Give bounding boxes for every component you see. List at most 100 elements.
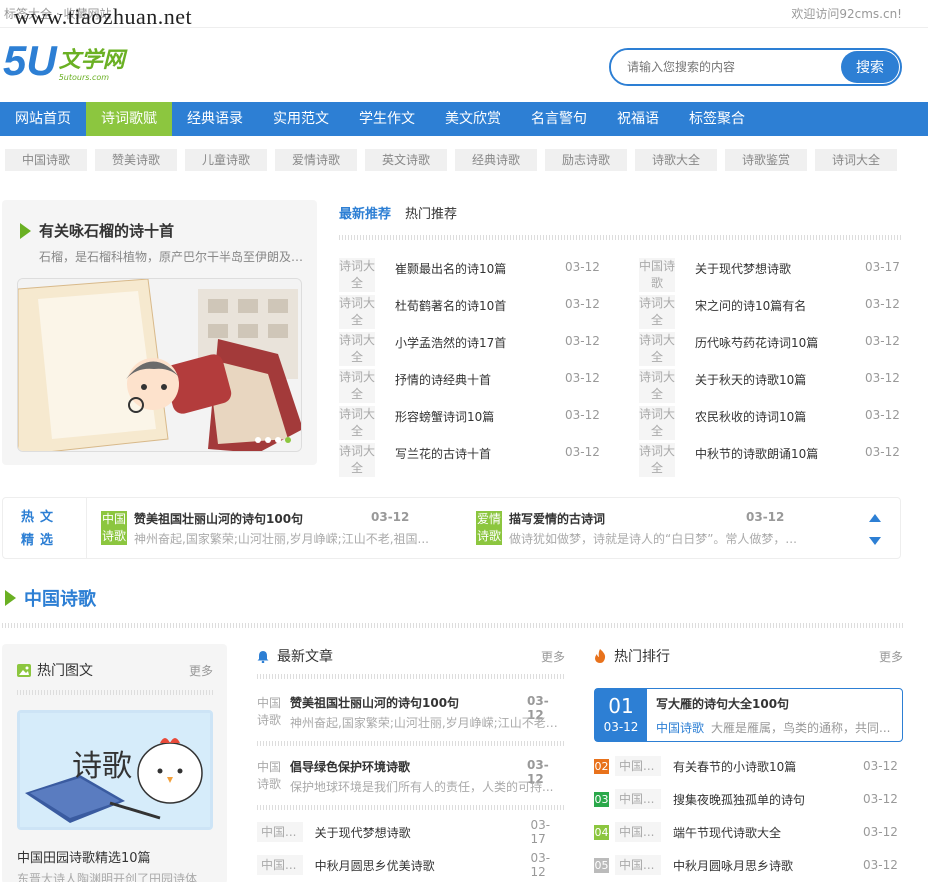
news-title[interactable]: 杜荀鹤著名的诗10首: [395, 297, 565, 314]
section-title[interactable]: 中国诗歌: [5, 585, 96, 611]
category-tag[interactable]: 诗词大全: [339, 332, 375, 366]
category-tag[interactable]: 诗词大全: [339, 406, 375, 440]
news-title[interactable]: 中秋节的诗歌朗诵10篇: [695, 445, 865, 462]
picture-thumbnail[interactable]: 诗歌: [17, 710, 213, 830]
rank-item[interactable]: 03 中国... 搜集夜晚孤独孤单的诗句 03-12: [594, 789, 903, 809]
search-input[interactable]: [611, 50, 840, 84]
article-title[interactable]: 倡导绿色保护环境诗歌: [290, 758, 410, 775]
news-title[interactable]: 关于现代梦想诗歌: [695, 260, 865, 277]
category-tag[interactable]: 中国诗歌: [101, 511, 127, 545]
nav-item-quotes[interactable]: 经典语录: [172, 102, 258, 136]
search-button[interactable]: 搜索: [841, 51, 899, 83]
more-link[interactable]: 更多: [879, 648, 903, 665]
article-item[interactable]: 中国诗歌 赞美祖国壮丽山河的诗句100句 03-12 神州奋起,国家繁荣;山河壮…: [257, 694, 565, 745]
news-title[interactable]: 写兰花的古诗十首: [395, 445, 565, 462]
nav-item-sayings[interactable]: 名言警句: [516, 102, 602, 136]
category-tag[interactable]: 中国...: [257, 855, 303, 875]
news-title[interactable]: 崔颢最出名的诗10篇: [395, 260, 565, 277]
subnav-item[interactable]: 诗歌鉴赏: [725, 149, 807, 171]
category-tag[interactable]: 诗词大全: [339, 443, 375, 477]
subnav-item[interactable]: 儿童诗歌: [185, 149, 267, 171]
news-title[interactable]: 宋之问的诗10篇有名: [695, 297, 865, 314]
article-item[interactable]: 中国... 关于现代梦想诗歌 03-17: [257, 818, 565, 846]
category-tag[interactable]: 诗词大全: [639, 369, 675, 403]
nav-item-prose[interactable]: 美文欣赏: [430, 102, 516, 136]
nav-item-tags[interactable]: 标签聚合: [674, 102, 760, 136]
featured-image[interactable]: [17, 278, 302, 452]
tab-hot[interactable]: 热门推荐: [405, 203, 457, 222]
category-tag[interactable]: 中国...: [615, 789, 661, 809]
category-tag[interactable]: 诗词大全: [639, 443, 675, 477]
subnav-item[interactable]: 诗歌大全: [635, 149, 717, 171]
hot-title[interactable]: 描写爱情的古诗词: [509, 510, 605, 527]
article-title[interactable]: 中秋月圆思乡优美诗歌: [315, 857, 531, 874]
tab-latest[interactable]: 最新推荐: [339, 203, 391, 222]
category-tag[interactable]: 中国...: [615, 756, 661, 776]
featured-title[interactable]: 有关咏石榴的诗十首: [20, 220, 174, 241]
category-tag[interactable]: 诗词大全: [339, 369, 375, 403]
rank-title[interactable]: 搜集夜晚孤独孤单的诗句: [673, 791, 863, 808]
category-tag[interactable]: 诗词大全: [639, 295, 675, 329]
rank-top-item[interactable]: 01 03-12 写大雁的诗句大全100句 中国诗歌 大雁是雁属，鸟类的通称，共…: [594, 688, 903, 742]
news-title[interactable]: 小学孟浩然的诗17首: [395, 334, 565, 351]
category-tag[interactable]: 中国诗歌: [656, 719, 704, 736]
hot-item[interactable]: 爱情诗歌 描写爱情的古诗词 03-12 做诗犹如做梦，诗就是诗人的“白日梦”。常…: [476, 510, 816, 547]
list-item[interactable]: 诗词大全 小学孟浩然的诗17首 03-12: [339, 332, 604, 369]
category-tag[interactable]: 诗词大全: [639, 406, 675, 440]
news-title[interactable]: 农民秋收的诗词10篇: [695, 408, 865, 425]
article-item[interactable]: 中国诗歌 倡导绿色保护环境诗歌 03-12 保护地球环境是我们所有人的责任，人类…: [257, 758, 565, 809]
rank-title[interactable]: 端午节现代诗歌大全: [673, 824, 863, 841]
hot-title[interactable]: 赞美祖国壮丽山河的诗句100句: [134, 510, 303, 527]
site-logo[interactable]: 5U 文学网 5utours.com: [3, 40, 125, 83]
nav-item-wishes[interactable]: 祝福语: [602, 102, 674, 136]
subnav-item[interactable]: 中国诗歌: [5, 149, 87, 171]
category-tag[interactable]: 中国...: [257, 822, 303, 842]
category-tag[interactable]: 中国诗歌: [257, 759, 283, 793]
subnav-item[interactable]: 英文诗歌: [365, 149, 447, 171]
news-title[interactable]: 抒情的诗经典十首: [395, 371, 565, 388]
category-tag[interactable]: 诗词大全: [339, 258, 375, 292]
nav-item-essays[interactable]: 实用范文: [258, 102, 344, 136]
rank-item[interactable]: 02 中国... 有关春节的小诗歌10篇 03-12: [594, 756, 903, 776]
list-item[interactable]: 诗词大全 抒情的诗经典十首 03-12: [339, 369, 604, 406]
rank-title[interactable]: 写大雁的诗句大全100句: [656, 695, 789, 712]
nav-item-home[interactable]: 网站首页: [0, 102, 86, 136]
list-item[interactable]: 诗词大全 历代咏芍药花诗词10篇 03-12: [639, 332, 904, 369]
category-tag[interactable]: 中国...: [615, 855, 661, 875]
picture-caption[interactable]: 中国田园诗歌精选10篇: [17, 847, 151, 866]
list-item[interactable]: 诗词大全 中秋节的诗歌朗诵10篇 03-12: [639, 443, 904, 480]
list-item[interactable]: 诗词大全 崔颢最出名的诗10篇 03-12: [339, 258, 604, 295]
subnav-item[interactable]: 励志诗歌: [545, 149, 627, 171]
list-item[interactable]: 诗词大全 关于秋天的诗歌10篇 03-12: [639, 369, 904, 406]
list-item[interactable]: 诗词大全 农民秋收的诗词10篇 03-12: [639, 406, 904, 443]
hot-item[interactable]: 中国诗歌 赞美祖国壮丽山河的诗句100句 03-12 神州奋起,国家繁荣;山河壮…: [101, 510, 441, 547]
list-item[interactable]: 中国诗歌 关于现代梦想诗歌 03-17: [639, 258, 904, 295]
article-item[interactable]: 中国... 中秋月圆思乡优美诗歌 03-12: [257, 851, 565, 879]
category-tag[interactable]: 中国...: [615, 822, 661, 842]
list-item[interactable]: 诗词大全 杜荀鹤著名的诗10首 03-12: [339, 295, 604, 332]
subnav-item[interactable]: 经典诗歌: [455, 149, 537, 171]
category-tag[interactable]: 诗词大全: [339, 295, 375, 329]
more-link[interactable]: 更多: [541, 648, 565, 665]
rank-item[interactable]: 04 中国... 端午节现代诗歌大全 03-12: [594, 822, 903, 842]
list-item[interactable]: 诗词大全 形容螃蟹诗词10篇 03-12: [339, 406, 604, 443]
arrow-up-icon[interactable]: [869, 514, 881, 522]
article-title[interactable]: 赞美祖国壮丽山河的诗句100句: [290, 694, 459, 711]
category-tag[interactable]: 中国诗歌: [257, 695, 283, 729]
category-tag[interactable]: 诗词大全: [639, 332, 675, 366]
arrow-down-icon[interactable]: [869, 537, 881, 545]
list-item[interactable]: 诗词大全 写兰花的古诗十首 03-12: [339, 443, 604, 480]
rank-item[interactable]: 05 中国... 中秋月圆咏月思乡诗歌 03-12: [594, 855, 903, 875]
subnav-item[interactable]: 赞美诗歌: [95, 149, 177, 171]
category-tag[interactable]: 爱情诗歌: [476, 511, 502, 545]
list-item[interactable]: 诗词大全 宋之问的诗10篇有名 03-12: [639, 295, 904, 332]
rank-title[interactable]: 有关春节的小诗歌10篇: [673, 758, 863, 775]
news-title[interactable]: 形容螃蟹诗词10篇: [395, 408, 565, 425]
category-tag[interactable]: 中国诗歌: [639, 258, 675, 292]
nav-item-student[interactable]: 学生作文: [344, 102, 430, 136]
article-title[interactable]: 关于现代梦想诗歌: [315, 824, 531, 841]
more-link[interactable]: 更多: [189, 662, 213, 679]
rank-title[interactable]: 中秋月圆咏月思乡诗歌: [673, 857, 863, 874]
news-title[interactable]: 关于秋天的诗歌10篇: [695, 371, 865, 388]
nav-item-poetry[interactable]: 诗词歌赋: [86, 102, 172, 136]
